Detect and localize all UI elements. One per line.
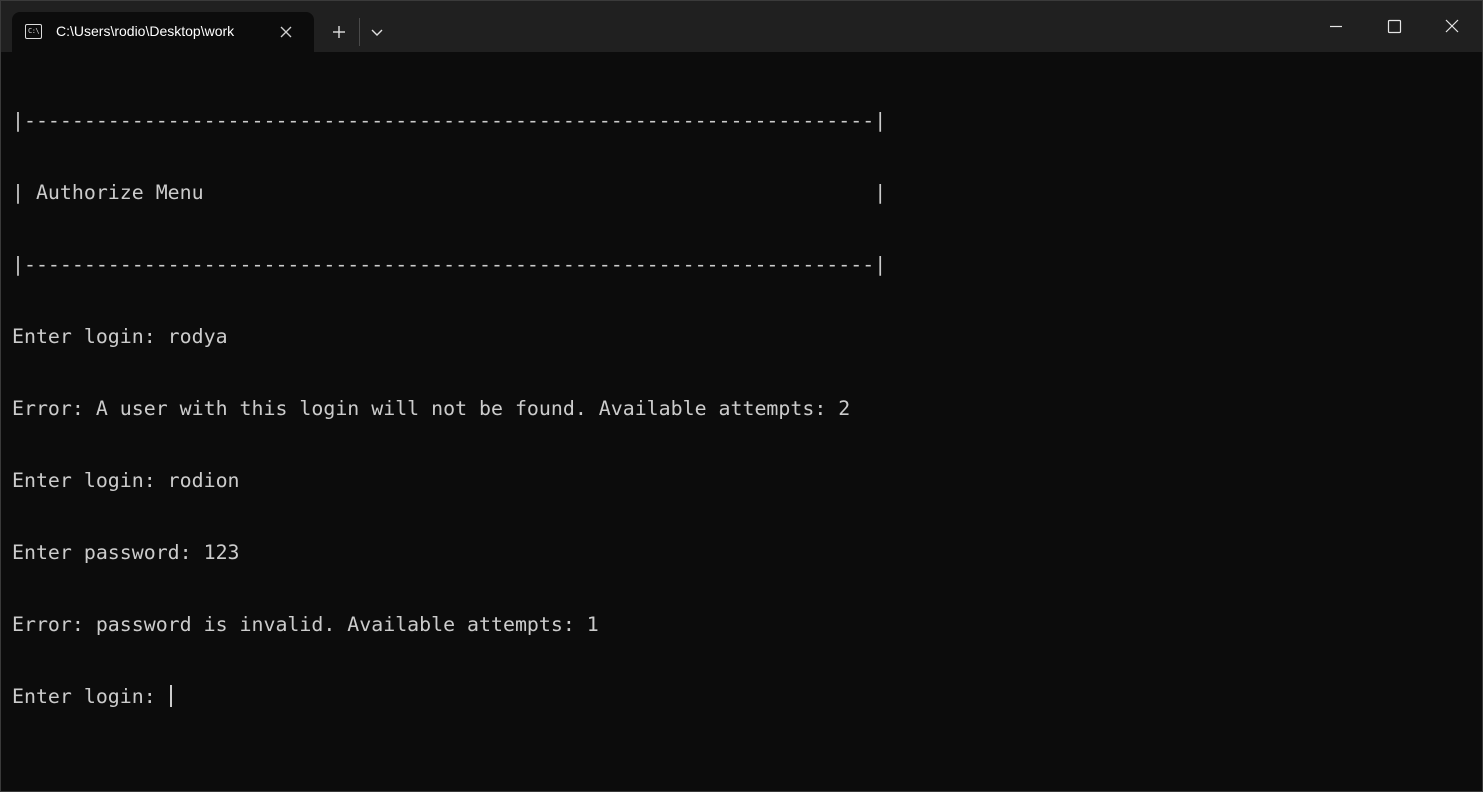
terminal-prompt-line[interactable]: Enter login: xyxy=(12,685,886,709)
tab-active[interactable]: C:\ C:\Users\rodio\Desktop\work xyxy=(12,12,314,52)
close-icon xyxy=(280,26,292,38)
tab-title: C:\Users\rodio\Desktop\work xyxy=(56,23,235,39)
maximize-button[interactable] xyxy=(1365,1,1423,52)
terminal-line: | Authorize Menu | xyxy=(12,181,887,204)
tab-separator xyxy=(359,18,360,46)
chevron-down-icon xyxy=(371,29,383,36)
plus-icon xyxy=(333,26,345,38)
terminal-output-area[interactable]: |---------------------------------------… xyxy=(1,52,1482,791)
terminal-icon-text: C:\ xyxy=(28,27,40,35)
title-bar[interactable]: C:\ C:\Users\rodio\Desktop\work xyxy=(1,1,1482,52)
terminal-line: Enter login: rodion xyxy=(12,469,240,492)
minimize-button[interactable] xyxy=(1307,1,1365,52)
tab-close-button[interactable] xyxy=(276,22,296,42)
new-tab-button[interactable] xyxy=(324,17,354,47)
close-window-button[interactable] xyxy=(1423,1,1481,52)
text-cursor xyxy=(169,685,172,707)
terminal-line: Error: A user with this login will not b… xyxy=(12,397,851,420)
terminal-text: |---------------------------------------… xyxy=(12,61,886,757)
terminal-line: |---------------------------------------… xyxy=(12,253,887,276)
terminal-window: C:\ C:\Users\rodio\Desktop\work |-------… xyxy=(0,0,1483,792)
terminal-line: Enter password: 123 xyxy=(12,541,240,564)
terminal-line: Enter login: rodya xyxy=(12,325,228,348)
close-icon xyxy=(1445,19,1459,33)
maximize-icon xyxy=(1387,19,1402,34)
window-controls xyxy=(1307,1,1482,52)
terminal-icon: C:\ xyxy=(25,24,42,39)
terminal-prompt: Enter login: xyxy=(12,685,168,708)
terminal-line: |---------------------------------------… xyxy=(12,109,887,132)
minimize-icon xyxy=(1330,25,1342,28)
terminal-line: Error: password is invalid. Available at… xyxy=(12,613,599,636)
tab-dropdown-button[interactable] xyxy=(364,19,390,45)
